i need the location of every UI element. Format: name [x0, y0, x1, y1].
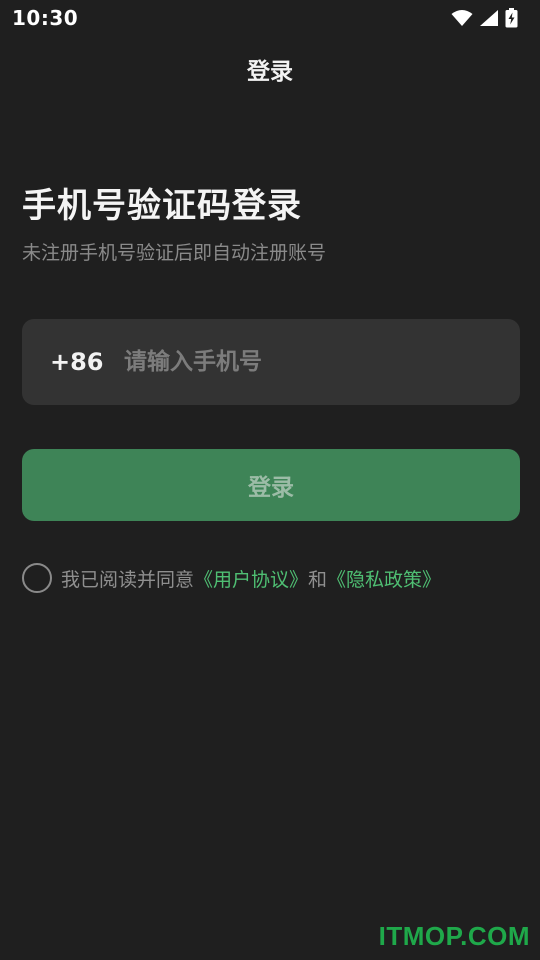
- user-agreement-link[interactable]: 《用户协议》: [194, 565, 308, 592]
- status-icons: [451, 8, 518, 28]
- privacy-policy-link[interactable]: 《隐私政策》: [327, 565, 441, 592]
- agreement-prefix: 我已阅读并同意: [61, 568, 195, 591]
- status-bar: 10:30: [0, 0, 540, 36]
- phone-input-box: +86: [22, 319, 520, 405]
- page-title: 登录: [247, 59, 293, 85]
- agreement-row: 我已阅读并同意 《用户协议》 和 《隐私政策》: [22, 563, 441, 593]
- country-code-selector[interactable]: +86: [50, 348, 110, 376]
- signal-icon: [480, 10, 498, 26]
- login-subheading: 未注册手机号验证后即自动注册账号: [22, 242, 327, 264]
- phone-input[interactable]: [124, 332, 520, 392]
- battery-charging-icon: [505, 8, 518, 28]
- agreement-checkbox[interactable]: [22, 563, 52, 593]
- wifi-icon: [451, 10, 473, 26]
- watermark: ITMOP.COM: [378, 921, 530, 951]
- login-screen: 10:30 登录 手机号验证码登录 未注册手机号验证后即自动注册账号 +86 登…: [0, 0, 540, 960]
- agreement-conjunction: 和: [308, 568, 328, 591]
- login-button[interactable]: 登录: [22, 449, 520, 521]
- login-heading: 手机号验证码登录: [22, 186, 302, 226]
- status-time: 10:30: [12, 6, 79, 30]
